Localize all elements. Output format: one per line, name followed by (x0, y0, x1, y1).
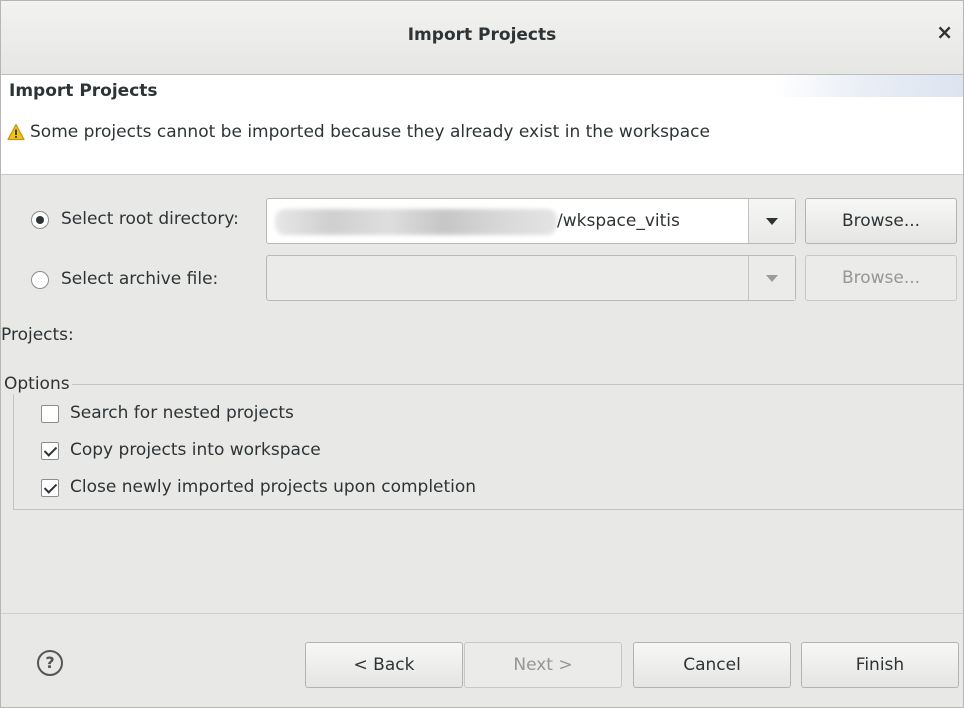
copy-projects-label: Copy projects into workspace (70, 440, 321, 460)
browse-directory-button[interactable]: Browse... (805, 198, 957, 244)
root-directory-label: Select root directory: (61, 209, 239, 229)
wizard-body: Select root directory: /wkspace_vitis Br… (1, 175, 963, 613)
wizard-header: Import Projects Some projects cannot be … (1, 75, 963, 175)
redacted-path (275, 209, 557, 235)
cancel-button[interactable]: Cancel (633, 642, 791, 688)
close-icon[interactable]: × (936, 22, 953, 42)
root-directory-radio[interactable] (31, 211, 49, 229)
back-button[interactable]: < Back (305, 642, 463, 688)
help-icon[interactable]: ? (37, 650, 63, 676)
header-banner-image (743, 75, 963, 97)
options-legend: Options (4, 374, 70, 394)
search-nested-checkbox[interactable] (41, 405, 59, 423)
search-nested-label: Search for nested projects (70, 403, 294, 423)
chevron-down-icon (766, 218, 778, 225)
archive-file-radio[interactable] (31, 271, 49, 289)
close-imported-label: Close newly imported projects upon compl… (70, 477, 477, 497)
warning-icon (7, 123, 25, 141)
archive-file-dropdown[interactable] (748, 256, 795, 300)
button-bar: ? < Back Next > Cancel Finish (1, 613, 963, 708)
copy-projects-checkbox[interactable] (41, 442, 59, 460)
chevron-down-icon (766, 275, 778, 282)
projects-label: Projects: (1, 325, 74, 345)
browse-archive-button[interactable]: Browse... (805, 255, 957, 301)
import-projects-dialog: Import Projects × Import Projects Some p… (0, 0, 964, 708)
archive-file-combo[interactable] (266, 255, 796, 301)
root-directory-combo[interactable]: /wkspace_vitis (266, 198, 796, 244)
finish-button[interactable]: Finish (801, 642, 959, 688)
root-directory-dropdown[interactable] (748, 199, 795, 243)
window-title: Import Projects (407, 25, 557, 45)
wizard-page-title: Import Projects (9, 81, 158, 101)
next-button[interactable]: Next > (464, 642, 622, 688)
warning-message: Some projects cannot be imported because… (30, 122, 710, 142)
archive-file-label: Select archive file: (61, 269, 219, 289)
root-directory-value: /wkspace_vitis (557, 211, 680, 231)
close-imported-checkbox[interactable] (41, 479, 59, 497)
title-bar[interactable]: Import Projects × (1, 1, 963, 75)
